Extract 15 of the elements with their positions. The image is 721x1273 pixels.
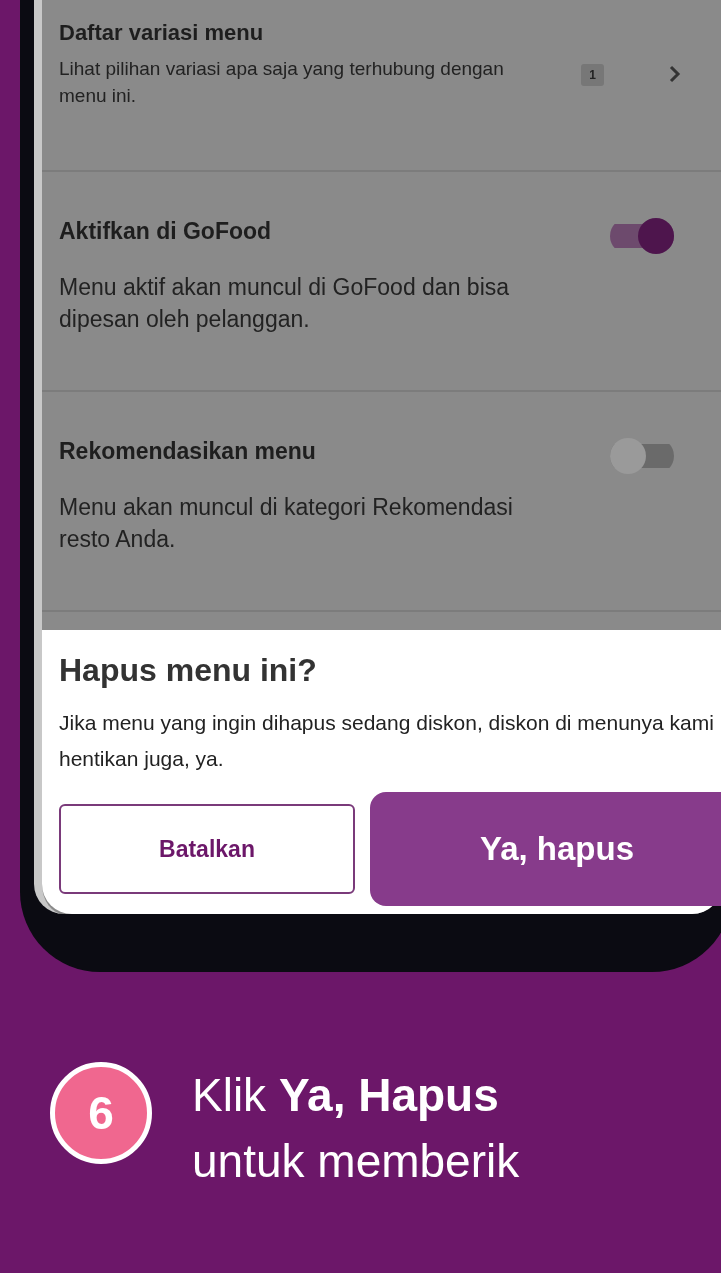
caption-text: untuk memberik: [192, 1134, 520, 1190]
item-title: Rekomendasikan menu: [59, 438, 317, 465]
chevron-right-icon[interactable]: [668, 64, 682, 84]
item-description: Menu akan muncul di kategori Rekomendasi resto Anda.: [59, 493, 514, 555]
item-title: Aktifkan di GoFood: [59, 218, 273, 245]
cancel-button[interactable]: Batalkan: [59, 804, 355, 895]
confirm-button[interactable]: Ya, hapus: [370, 792, 721, 907]
dialog-title: Hapus menu ini?: [59, 652, 318, 689]
step-number: 6: [50, 1062, 152, 1165]
item-title: Daftar variasi menu: [59, 20, 265, 46]
item-description: Lihat pilihan variasi apa saja yang terhubung dengan menu ini.: [59, 57, 505, 108]
item-description: Menu aktif akan muncul di GoFood dan bisa dipesan oleh pelanggan.: [59, 273, 511, 335]
dialog-message: Jika menu yang ingin dihapus sedang diskon, diskon di menunya kami hentikan juga, ya.: [59, 710, 715, 772]
caption-text: Klik Ya, Hapus: [192, 1068, 500, 1124]
count-badge: 1: [581, 64, 604, 86]
